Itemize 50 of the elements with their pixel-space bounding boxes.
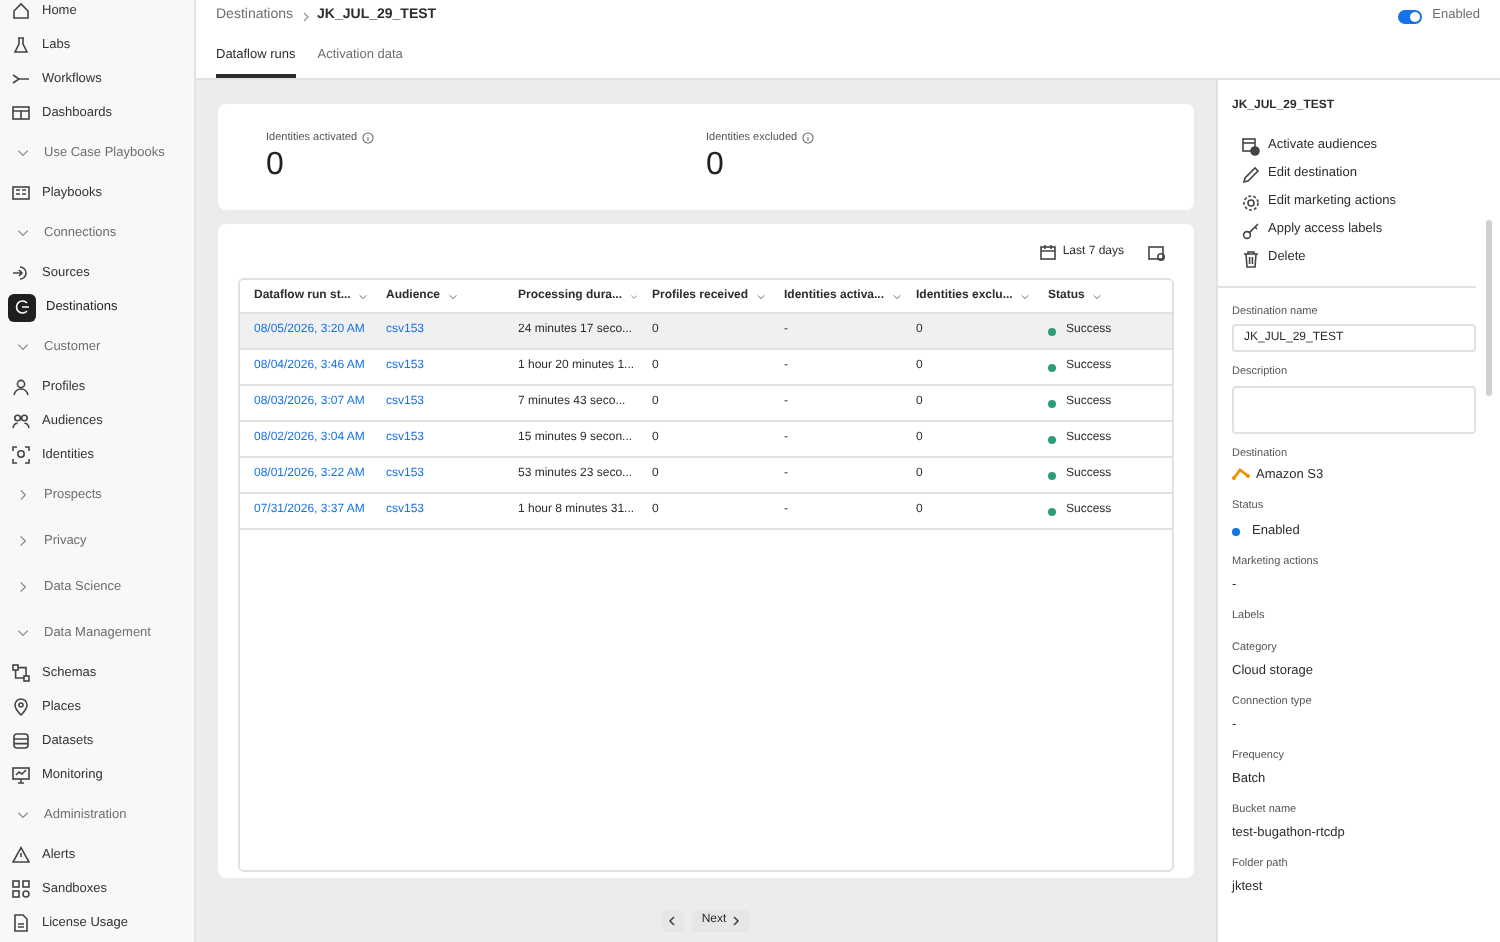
sandbox-icon bbox=[12, 880, 30, 898]
flask-icon bbox=[12, 36, 30, 54]
metric-value: 0 bbox=[706, 148, 724, 185]
workflow-icon bbox=[12, 70, 30, 88]
chevron-down-icon bbox=[756, 291, 767, 301]
chevron-down-icon bbox=[16, 146, 30, 160]
chevron-right-icon bbox=[301, 11, 310, 22]
chevron-left-icon bbox=[668, 916, 677, 926]
monitor-icon bbox=[12, 766, 30, 784]
chevron-down-icon bbox=[892, 291, 902, 301]
storage-logo-icon bbox=[1232, 466, 1250, 485]
chevron-right-icon bbox=[732, 916, 741, 926]
info-icon bbox=[801, 132, 814, 145]
chevron-right-icon bbox=[16, 488, 30, 502]
book-icon bbox=[12, 184, 30, 202]
chevron-down-icon bbox=[1020, 291, 1031, 301]
calendar-icon bbox=[1040, 244, 1057, 260]
description-field[interactable] bbox=[1232, 385, 1476, 433]
sources-icon bbox=[12, 264, 30, 282]
chevron-down-icon bbox=[16, 626, 30, 640]
chevron-down-icon bbox=[1092, 291, 1103, 301]
settings-icon[interactable] bbox=[1148, 243, 1166, 261]
info-icon bbox=[361, 132, 374, 145]
database-icon bbox=[12, 732, 30, 750]
previous-page-button[interactable] bbox=[661, 910, 684, 932]
dashboard-icon bbox=[12, 104, 30, 122]
chevron-right-icon bbox=[16, 580, 30, 594]
location-pin-icon bbox=[12, 698, 30, 716]
destinations-icon bbox=[13, 298, 31, 316]
identity-icon bbox=[12, 446, 30, 464]
schema-icon bbox=[12, 664, 30, 682]
chevron-down-icon bbox=[16, 808, 30, 822]
people-icon bbox=[12, 412, 30, 430]
scrollbar-thumb[interactable] bbox=[1486, 220, 1492, 396]
home-icon bbox=[12, 2, 30, 20]
chevron-right-icon bbox=[16, 534, 30, 548]
chevron-down-icon bbox=[16, 340, 30, 354]
document-icon bbox=[12, 914, 30, 932]
trash-icon bbox=[1242, 249, 1260, 267]
metric-value: 0 bbox=[266, 148, 284, 185]
audience-activate-icon bbox=[1242, 137, 1260, 155]
pencil-icon bbox=[1242, 165, 1260, 183]
chevron-down-icon bbox=[448, 291, 459, 301]
person-icon bbox=[12, 378, 30, 396]
toggle-switch[interactable] bbox=[1398, 9, 1423, 24]
key-icon bbox=[1242, 221, 1260, 239]
chevron-down-icon bbox=[358, 291, 369, 301]
gear-icon bbox=[1242, 193, 1260, 211]
chevron-down-icon bbox=[16, 226, 30, 240]
warning-icon bbox=[12, 846, 30, 864]
